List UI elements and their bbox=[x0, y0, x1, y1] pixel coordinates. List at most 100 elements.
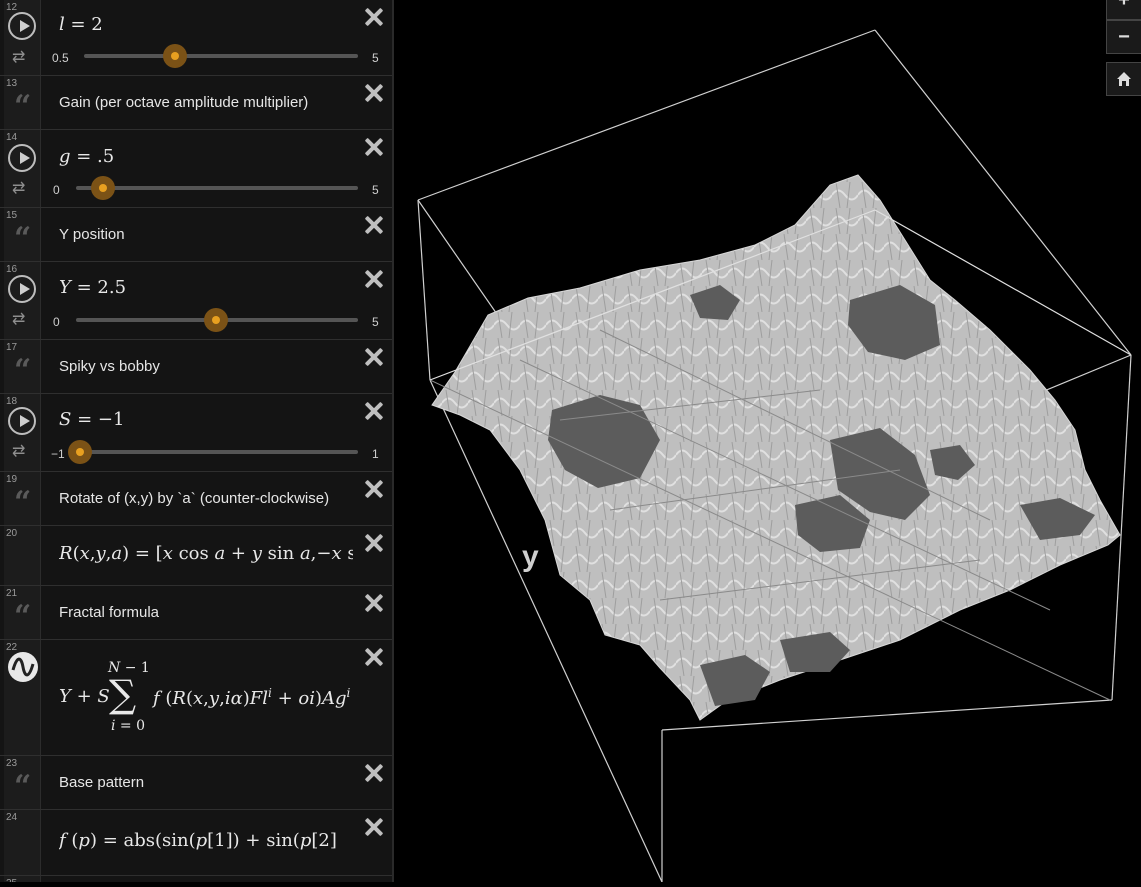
zoom-in-button[interactable]: + bbox=[1106, 0, 1141, 20]
expression-list: 12 ⇄ l = 2 0.5 5 13 “ Gain (per octave a… bbox=[0, 0, 394, 882]
slider-track[interactable] bbox=[84, 54, 358, 58]
expression-row[interactable]: 16 ⇄ Y = 2.5 0 5 bbox=[0, 262, 392, 340]
base-pattern-formula[interactable]: f (p) = abs(sin(p[1]) + sin(p[2] bbox=[59, 830, 353, 851]
note-row[interactable]: 17 “ Spiky vs bobby bbox=[0, 340, 392, 394]
slider-max[interactable]: 5 bbox=[372, 51, 379, 65]
slider-max[interactable]: 1 bbox=[372, 447, 379, 461]
quote-icon: “ bbox=[14, 353, 32, 388]
delete-icon[interactable] bbox=[362, 81, 386, 105]
slider-definition[interactable]: l = 2 bbox=[59, 14, 353, 35]
slider-thumb[interactable] bbox=[204, 308, 228, 332]
row-gutter: 21 “ bbox=[4, 586, 41, 639]
surface-mesh bbox=[431, 174, 1121, 721]
graph-canvas[interactable]: y bbox=[394, 0, 1141, 883]
note-row[interactable]: 15 “ Y position bbox=[0, 208, 392, 262]
quote-icon: “ bbox=[14, 221, 32, 256]
loop-icon[interactable]: ⇄ bbox=[12, 50, 25, 66]
row-gutter: 19 “ bbox=[4, 472, 41, 525]
loop-icon[interactable]: ⇄ bbox=[12, 181, 25, 197]
delete-icon[interactable] bbox=[362, 135, 386, 159]
surface-graph-icon[interactable] bbox=[8, 652, 38, 682]
home-button[interactable] bbox=[1106, 62, 1141, 96]
expression-row[interactable]: 12 ⇄ l = 2 0.5 5 bbox=[0, 0, 392, 76]
slider-definition[interactable]: Y = 2.5 bbox=[59, 277, 353, 298]
play-icon[interactable] bbox=[8, 12, 36, 40]
quote-icon: “ bbox=[14, 769, 32, 804]
quote-icon: “ bbox=[14, 89, 32, 124]
zoom-out-button[interactable]: − bbox=[1106, 20, 1141, 54]
note-text[interactable]: Fractal formula bbox=[59, 604, 159, 621]
expression-row[interactable]: 18 ⇄ S = −1 −1 1 bbox=[0, 394, 392, 472]
row-index: 12 bbox=[6, 2, 18, 13]
row-gutter: 25 bbox=[4, 876, 41, 882]
delete-icon[interactable] bbox=[362, 645, 386, 669]
play-icon[interactable] bbox=[8, 144, 36, 172]
slider-min[interactable]: −1 bbox=[51, 447, 65, 461]
row-gutter: 12 ⇄ bbox=[4, 0, 41, 75]
note-row[interactable]: 23 “ Base pattern bbox=[0, 756, 392, 810]
fractal-formula[interactable]: Y + S N − 1 ∑ i = 0 f (R(x,y,iα)Fli + oi… bbox=[59, 660, 353, 736]
loop-icon[interactable]: ⇄ bbox=[12, 312, 25, 328]
row-index: 23 bbox=[6, 758, 18, 769]
delete-icon[interactable] bbox=[362, 399, 386, 423]
delete-icon[interactable] bbox=[362, 345, 386, 369]
row-gutter: 24 bbox=[4, 810, 41, 875]
delete-icon[interactable] bbox=[362, 591, 386, 615]
delete-icon[interactable] bbox=[362, 267, 386, 291]
expression-row[interactable]: 22 Y + S N − 1 ∑ i = 0 f (R(x,y,iα)Fli +… bbox=[0, 640, 392, 756]
expression-row[interactable]: 24 f (p) = abs(sin(p[1]) + sin(p[2] bbox=[0, 810, 392, 876]
delete-icon[interactable] bbox=[362, 815, 386, 839]
row-gutter: 15 “ bbox=[4, 208, 41, 261]
row-gutter: 17 “ bbox=[4, 340, 41, 393]
row-gutter: 22 bbox=[4, 640, 41, 755]
row-index: 21 bbox=[6, 588, 18, 599]
slider-thumb[interactable] bbox=[163, 44, 187, 68]
note-row[interactable]: 13 “ Gain (per octave amplitude multipli… bbox=[0, 76, 392, 130]
slider-max[interactable]: 5 bbox=[372, 315, 379, 329]
delete-icon[interactable] bbox=[362, 761, 386, 785]
row-gutter: 23 “ bbox=[4, 756, 41, 809]
row-index: 20 bbox=[6, 528, 18, 539]
row-index: 19 bbox=[6, 474, 18, 485]
delete-icon[interactable] bbox=[362, 213, 386, 237]
quote-icon: “ bbox=[14, 599, 32, 634]
slider-track[interactable] bbox=[76, 186, 358, 190]
row-index: 24 bbox=[6, 812, 18, 823]
row-index: 16 bbox=[6, 264, 18, 275]
note-text[interactable]: Base pattern bbox=[59, 774, 144, 791]
delete-icon[interactable] bbox=[362, 477, 386, 501]
note-text[interactable]: Spiky vs bobby bbox=[59, 358, 160, 375]
note-text[interactable]: Gain (per octave amplitude multiplier) bbox=[59, 94, 308, 111]
slider-thumb[interactable] bbox=[68, 440, 92, 464]
note-text[interactable]: Rotate of (x,y) by `a` (counter-clockwis… bbox=[59, 490, 329, 507]
row-gutter: 18 ⇄ bbox=[4, 394, 41, 471]
row-gutter: 16 ⇄ bbox=[4, 262, 41, 339]
row-index: 15 bbox=[6, 210, 18, 221]
slider-definition[interactable]: S = −1 bbox=[59, 409, 353, 430]
slider-thumb[interactable] bbox=[91, 176, 115, 200]
slider-track[interactable] bbox=[76, 450, 358, 454]
slider-max[interactable]: 5 bbox=[372, 183, 379, 197]
expression-row[interactable]: 25 bbox=[0, 876, 392, 882]
slider-min[interactable]: 0 bbox=[53, 315, 60, 329]
slider-min[interactable]: 0.5 bbox=[52, 51, 69, 65]
play-icon[interactable] bbox=[8, 275, 36, 303]
row-gutter: 14 ⇄ bbox=[4, 130, 41, 207]
home-icon bbox=[1117, 72, 1131, 86]
play-icon[interactable] bbox=[8, 407, 36, 435]
row-index: 25 bbox=[6, 878, 17, 882]
rotation-formula[interactable]: R(x,y,a) = [x cos a + y sin a,−x sin bbox=[59, 543, 353, 564]
row-gutter: 20 bbox=[4, 526, 41, 585]
note-row[interactable]: 19 “ Rotate of (x,y) by `a` (counter-clo… bbox=[0, 472, 392, 526]
note-row[interactable]: 21 “ Fractal formula bbox=[0, 586, 392, 640]
delete-icon[interactable] bbox=[362, 5, 386, 29]
slider-min[interactable]: 0 bbox=[53, 183, 60, 197]
note-text[interactable]: Y position bbox=[59, 226, 125, 243]
slider-definition[interactable]: g = .5 bbox=[59, 146, 353, 167]
loop-icon[interactable]: ⇄ bbox=[12, 444, 25, 460]
row-gutter: 13 “ bbox=[4, 76, 41, 129]
expression-row[interactable]: 20 R(x,y,a) = [x cos a + y sin a,−x sin bbox=[0, 526, 392, 586]
delete-icon[interactable] bbox=[362, 531, 386, 555]
expression-row[interactable]: 14 ⇄ g = .5 0 5 bbox=[0, 130, 392, 208]
row-index: 14 bbox=[6, 132, 18, 143]
